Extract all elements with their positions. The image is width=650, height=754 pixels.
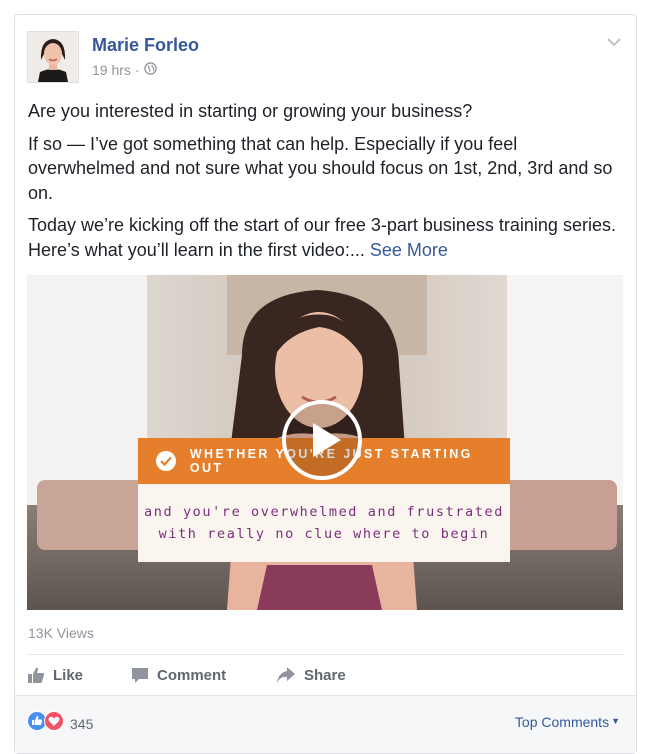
avatar[interactable] — [27, 31, 79, 83]
post-meta: 19 hrs · — [92, 62, 157, 78]
post-paragraph: If so — I’ve got something that can help… — [28, 133, 613, 203]
video-player[interactable]: WHETHER YOU'RE JUST STARTING OUT and you… — [27, 275, 623, 610]
like-button[interactable]: Like — [27, 666, 131, 684]
comment-label: Comment — [157, 666, 227, 684]
post-text: Are you interested in starting or growin… — [28, 99, 620, 270]
timestamp[interactable]: 19 hrs — [92, 62, 131, 78]
post-paragraph: Today we’re kicking off the start of our… — [28, 213, 620, 262]
chevron-down-icon[interactable] — [606, 35, 622, 47]
meta-separator: · — [134, 62, 140, 78]
caption-box: and you're overwhelmed and frustrated wi… — [138, 484, 510, 562]
reactions-summary[interactable]: 345 — [27, 711, 93, 736]
post-paragraph-text: Today we’re kicking off the start of our… — [28, 215, 616, 260]
comment-button[interactable]: Comment — [131, 666, 276, 684]
check-icon — [156, 451, 176, 471]
share-icon — [276, 666, 296, 684]
globe-icon — [143, 62, 157, 78]
post-paragraph: Are you interested in starting or growin… — [28, 101, 473, 121]
comment-icon — [131, 666, 149, 684]
author-name[interactable]: Marie Forleo — [92, 35, 199, 56]
caption-line: with really no clue where to begin — [158, 526, 490, 542]
share-label: Share — [304, 666, 346, 684]
top-comments-dropdown[interactable]: Top Comments ▼ — [515, 714, 620, 730]
divider — [27, 654, 624, 655]
top-comments-label: Top Comments — [514, 714, 610, 730]
play-icon[interactable] — [281, 399, 363, 481]
share-button[interactable]: Share — [276, 666, 346, 684]
post-card: Marie Forleo 19 hrs · Are you interested… — [14, 14, 637, 754]
action-bar: Like Comment Share — [27, 663, 346, 687]
caret-down-icon: ▼ — [611, 716, 620, 726]
caption-line: and you're overwhelmed and frustrated — [144, 504, 504, 520]
love-reaction-icon — [44, 711, 64, 736]
see-more-link[interactable]: See More — [370, 240, 448, 260]
thumbs-up-icon — [27, 666, 45, 684]
like-label: Like — [53, 666, 84, 684]
reaction-count: 345 — [70, 715, 94, 732]
view-count: 13K Views — [28, 625, 94, 641]
reactions-footer: 345 Top Comments ▼ — [15, 695, 636, 753]
